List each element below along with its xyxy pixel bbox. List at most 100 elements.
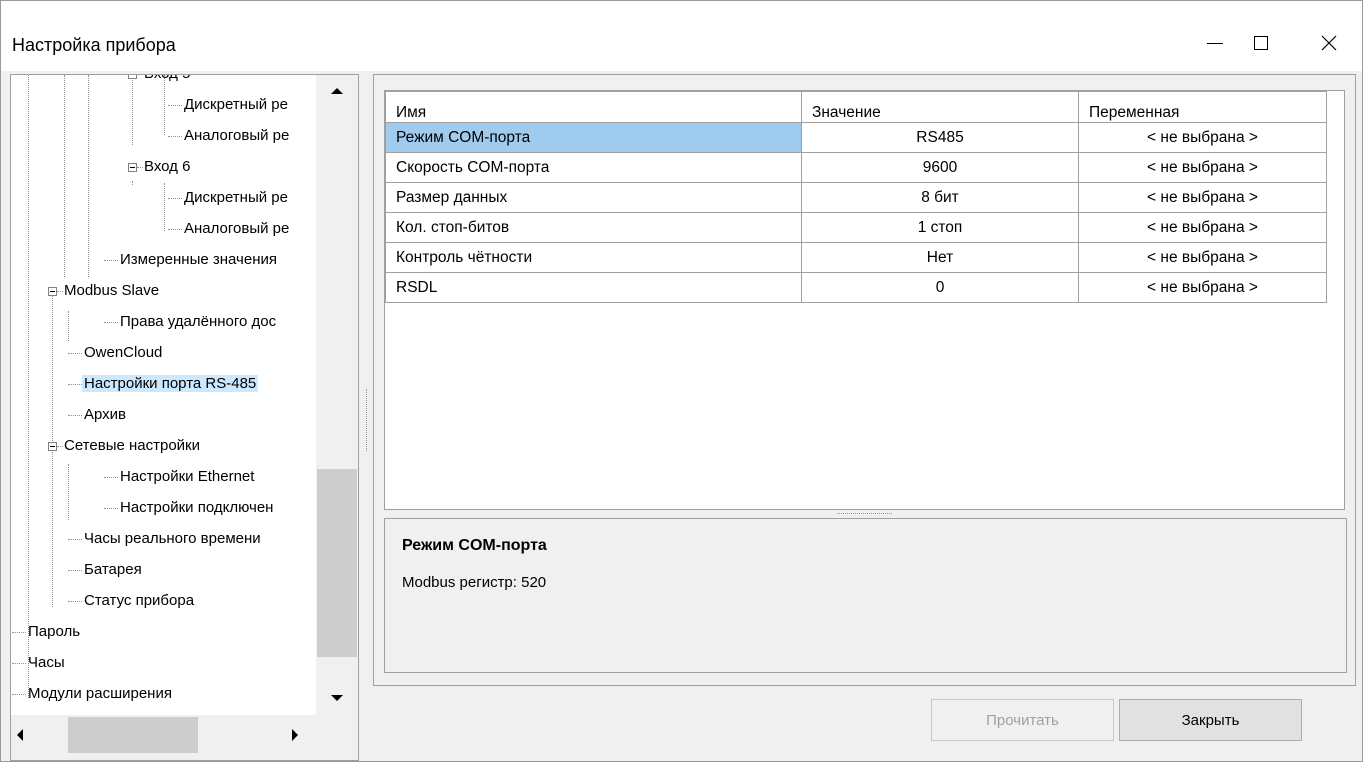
tree-item[interactable]: Модули расширения [28, 683, 172, 705]
table-row[interactable]: RSDL 0 < не выбрана > [385, 272, 1327, 303]
cell-value[interactable]: RS485 [801, 122, 1079, 153]
tree-item-label: Батарея [84, 561, 142, 578]
tree-item-label: Архив [84, 406, 127, 423]
cell-value[interactable]: 0 [801, 272, 1079, 303]
cell-name[interactable]: Контроль чётности [385, 242, 802, 273]
tree-horizontal-scrollbar[interactable] [11, 715, 316, 760]
cell-name[interactable]: Размер данных [385, 182, 802, 213]
tree-item-label: Пароль [28, 623, 81, 640]
tree-item[interactable]: Часы [28, 652, 65, 674]
tree-item[interactable]: OwenCloud [84, 342, 162, 364]
column-header-variable[interactable]: Переменная [1078, 91, 1327, 123]
grid-header-row: Имя Значение Переменная [385, 91, 1327, 123]
tree-item-label: Настройки порта RS-485 [82, 375, 259, 392]
tree-item[interactable]: Измеренные значения [120, 249, 277, 271]
column-header-name[interactable]: Имя [385, 91, 802, 123]
cell-name[interactable]: Скорость COM-порта [385, 152, 802, 183]
collapse-icon[interactable] [48, 442, 57, 451]
maximize-button[interactable] [1238, 19, 1284, 67]
minimize-button[interactable] [1192, 19, 1238, 67]
tree-item-label: Модули расширения [28, 685, 172, 702]
tree-item-label: Вход 6 [144, 158, 191, 175]
cell-value[interactable]: 9600 [801, 152, 1079, 183]
window-title: Настройка прибора [12, 35, 176, 55]
scroll-up-arrow-icon[interactable] [331, 88, 343, 94]
tree-item[interactable]: Пароль [28, 621, 80, 643]
tree-item-label: Сетевые настройки [64, 437, 200, 454]
cell-variable[interactable]: < не выбрана > [1078, 182, 1327, 213]
horizontal-scroll-thumb[interactable] [68, 717, 198, 753]
tree-item[interactable]: Архив [84, 404, 126, 426]
tree-item-label: OwenCloud [84, 344, 163, 361]
close-icon [1321, 35, 1337, 51]
tree-item[interactable]: Настройки Ethernet [120, 466, 254, 488]
collapse-icon[interactable] [48, 287, 57, 296]
close-button[interactable]: Закрыть [1119, 699, 1302, 741]
tree-item[interactable]: Сетевые настройки [64, 435, 200, 457]
table-row[interactable]: Скорость COM-порта 9600 < не выбрана > [385, 152, 1327, 183]
scroll-down-arrow-icon[interactable] [331, 695, 343, 701]
title-bar: Настройка прибора [1, 1, 1362, 71]
tree-item[interactable]: Настройки порта RS-485 [82, 373, 259, 395]
table-row[interactable]: Режим COM-порта RS485 < не выбрана > [385, 122, 1327, 153]
tree-item-label: Аналоговый ре [184, 220, 290, 237]
minimize-icon [1207, 42, 1223, 44]
cell-value[interactable]: Нет [801, 242, 1079, 273]
tree-item-label: Аналоговый ре [184, 127, 290, 144]
tree-item[interactable]: Аналоговый ре [184, 125, 289, 147]
cell-value[interactable]: 1 стоп [801, 212, 1079, 243]
properties-grid[interactable]: Имя Значение Переменная Режим COM-порта … [384, 90, 1345, 510]
cell-name[interactable]: Кол. стоп-битов [385, 212, 802, 243]
read-button[interactable]: Прочитать [931, 699, 1114, 741]
tree-item[interactable]: Вход 5 [144, 75, 190, 85]
cell-name[interactable]: Режим COM-порта [385, 122, 802, 153]
properties-table: Имя Значение Переменная Режим COM-порта … [385, 91, 1327, 303]
tree-item[interactable]: Батарея [84, 559, 142, 581]
tree-vertical-scrollbar[interactable] [316, 75, 358, 715]
description-title: Режим COM-порта [402, 537, 547, 554]
description-panel: Режим COM-порта Modbus регистр: 520 [384, 518, 1347, 673]
column-header-value[interactable]: Значение [801, 91, 1079, 123]
tree-item-label: Настройки Ethernet [120, 468, 255, 485]
cell-variable[interactable]: < не выбрана > [1078, 212, 1327, 243]
tree-item[interactable]: Аналоговый ре [184, 218, 289, 240]
table-row[interactable]: Размер данных 8 бит < не выбрана > [385, 182, 1327, 213]
tree-item[interactable]: Дискретный ре [184, 94, 288, 116]
horizontal-splitter[interactable] [837, 513, 892, 514]
tree-item-label: Часы реального времени [84, 530, 261, 547]
scroll-left-arrow-icon[interactable] [17, 729, 23, 741]
maximize-icon [1254, 36, 1268, 50]
tree-item-label: Измеренные значения [120, 251, 277, 268]
tree-item-label: Дискретный ре [184, 189, 288, 206]
vertical-scroll-thumb[interactable] [317, 469, 357, 657]
tree-item[interactable]: Дискретный ре [184, 187, 288, 209]
scroll-right-arrow-icon[interactable] [292, 729, 298, 741]
close-window-button[interactable] [1306, 19, 1352, 67]
tree-item[interactable]: Настройки подключен [120, 497, 273, 519]
table-row[interactable]: Контроль чётности Нет < не выбрана > [385, 242, 1327, 273]
tree-item[interactable]: Modbus Slave [64, 280, 159, 302]
cell-variable[interactable]: < не выбрана > [1078, 122, 1327, 153]
tree-item-label: Статус прибора [84, 592, 195, 609]
collapse-icon[interactable] [128, 163, 137, 172]
tree-item-label: Modbus Slave [64, 282, 160, 299]
cell-variable[interactable]: < не выбрана > [1078, 242, 1327, 273]
description-text: Modbus регистр: 520 [402, 574, 547, 591]
cell-name[interactable]: RSDL [385, 272, 802, 303]
tree-item-label: Права удалённого дос [120, 313, 277, 330]
tree-item[interactable]: Права удалённого дос [120, 311, 276, 333]
collapse-icon[interactable] [128, 75, 137, 79]
tree-item[interactable]: Статус прибора [84, 590, 194, 612]
cell-value[interactable]: 8 бит [801, 182, 1079, 213]
settings-window: Настройка прибора Вход 5 Дискретный ре Ана… [0, 0, 1363, 762]
tree-item-label: Вход 5 [144, 75, 190, 82]
device-tree[interactable]: Вход 5 Дискретный ре Аналоговый ре Вход 6 Ди… [10, 74, 359, 761]
tree-viewport: Вход 5 Дискретный ре Аналоговый ре Вход 6 Ди… [11, 75, 316, 715]
tree-item[interactable]: Часы реального времени [84, 528, 261, 550]
table-row[interactable]: Кол. стоп-битов 1 стоп < не выбрана > [385, 212, 1327, 243]
vertical-splitter[interactable] [366, 389, 370, 451]
scroll-corner [316, 715, 358, 760]
cell-variable[interactable]: < не выбрана > [1078, 272, 1327, 303]
cell-variable[interactable]: < не выбрана > [1078, 152, 1327, 183]
tree-item[interactable]: Вход 6 [144, 156, 190, 178]
